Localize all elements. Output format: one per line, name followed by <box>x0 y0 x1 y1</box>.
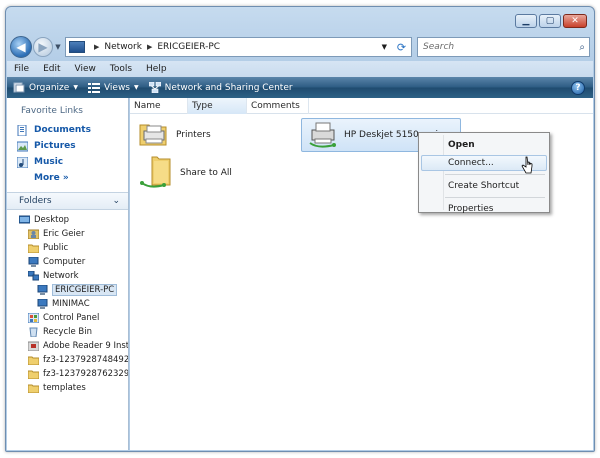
views-icon <box>87 82 100 93</box>
item-printers[interactable]: Printers <box>136 120 211 150</box>
command-bar: Organize ▼ Views ▼ Network and Sharing C… <box>7 77 593 98</box>
printer-folder-icon <box>136 119 170 152</box>
computer-icon <box>28 256 39 267</box>
control-panel-icon <box>27 312 40 324</box>
help-icon[interactable]: ? <box>571 80 585 95</box>
search-placeholder: Search <box>423 42 455 52</box>
tree-item-adobe-reader[interactable]: Adobe Reader 9 Inst <box>7 339 128 353</box>
pictures-icon <box>16 141 29 152</box>
context-create-shortcut[interactable]: Create Shortcut <box>421 178 547 194</box>
favorite-documents-label: Documents <box>34 125 91 135</box>
navigation-pane: Favorite Links Documents Pictures Music … <box>7 98 129 450</box>
item-share-to-all-label: Share to All <box>180 168 232 178</box>
tree-item-network[interactable]: Network <box>7 269 128 283</box>
tree-item-templates[interactable]: templates <box>7 381 128 395</box>
recent-pages-dropdown[interactable]: ▼ <box>53 43 63 51</box>
views-label: Views <box>103 82 130 93</box>
tree-item-recycle-bin[interactable]: Recycle Bin <box>7 325 128 339</box>
address-bar-row: ◀ ▶ ▼ ▶ Network ▶ ERICGEIER-PC ▼ ⟳ Searc… <box>10 34 590 60</box>
chevron-down-icon: ▼ <box>134 84 139 91</box>
search-icon[interactable]: ⌕ <box>579 42 585 53</box>
breadcrumb-network[interactable]: Network <box>104 42 142 52</box>
breadcrumb-computer[interactable]: ERICGEIER-PC <box>157 42 220 52</box>
installer-icon <box>27 341 40 352</box>
network-icon <box>27 270 40 281</box>
double-chevron-icon: » <box>62 173 69 183</box>
refresh-icon[interactable]: ⟳ <box>392 37 412 57</box>
minimize-button[interactable]: ▁ <box>515 14 537 28</box>
folders-header[interactable]: Folders ⌄ <box>7 192 128 210</box>
address-field[interactable]: ▶ Network ▶ ERICGEIER-PC ▼ <box>65 37 393 57</box>
favorite-links-title: Favorite Links <box>21 106 83 116</box>
views-button[interactable]: Views ▼ <box>87 82 139 93</box>
favorite-music[interactable]: Music <box>7 154 128 170</box>
explorer-window: ▁ ▢ ✕ ◀ ▶ ▼ ▶ Network ▶ ERICGEIER-PC ▼ ⟳… <box>5 6 595 452</box>
more-favorites-link[interactable]: More » <box>7 170 128 186</box>
recycle-bin-icon <box>28 327 39 338</box>
breadcrumb-separator-icon[interactable]: ▶ <box>147 43 152 51</box>
menu-help[interactable]: Help <box>146 64 167 74</box>
mouse-pointer-icon <box>521 156 533 177</box>
computer-icon <box>37 298 48 309</box>
forward-button[interactable]: ▶ <box>33 37 53 57</box>
menu-edit[interactable]: Edit <box>43 64 60 74</box>
tree-item-user[interactable]: Eric Geier <box>7 227 128 241</box>
organize-button[interactable]: Organize ▼ <box>13 82 78 93</box>
folder-icon <box>27 355 40 366</box>
column-comments[interactable]: Comments <box>247 97 309 114</box>
computer-icon <box>37 284 48 295</box>
menu-view[interactable]: View <box>75 64 96 74</box>
menu-file[interactable]: File <box>14 64 29 74</box>
maximize-button[interactable]: ▢ <box>539 14 561 28</box>
folder-tree: Desktop Eric Geier Public Computer Netwo… <box>7 210 128 395</box>
organize-icon <box>13 82 25 93</box>
column-headers: Name Type Comments <box>130 97 593 114</box>
address-dropdown-icon[interactable]: ▼ <box>382 43 387 51</box>
network-icon <box>69 41 85 53</box>
network-sharing-icon <box>148 81 161 94</box>
tree-item-fz3-folder-2[interactable]: fz3-12379287623290 <box>7 367 128 381</box>
folders-title: Folders <box>19 196 52 206</box>
tree-item-public[interactable]: Public <box>7 241 128 255</box>
user-folder-icon <box>27 229 40 240</box>
favorite-pictures-label: Pictures <box>34 141 76 151</box>
column-type[interactable]: Type <box>188 97 247 114</box>
context-properties[interactable]: Properties <box>421 201 547 217</box>
breadcrumb-separator-icon[interactable]: ▶ <box>94 43 99 51</box>
caption-buttons: ▁ ▢ ✕ <box>515 14 587 28</box>
search-input[interactable]: Search ⌕ <box>417 37 590 57</box>
music-icon <box>16 156 29 168</box>
favorite-documents[interactable]: Documents <box>7 122 128 138</box>
tree-item-ericgeier-pc[interactable]: ERICGEIER-PC <box>7 283 128 297</box>
column-name[interactable]: Name <box>130 97 188 114</box>
folder-icon <box>27 369 40 380</box>
item-share-to-all[interactable]: Share to All <box>140 156 232 190</box>
tree-item-fz3-folder-1[interactable]: fz3-12379287484920 <box>7 353 128 367</box>
tree-item-desktop[interactable]: Desktop <box>7 213 128 227</box>
documents-icon <box>17 124 28 136</box>
folder-icon <box>27 243 40 254</box>
menu-tools[interactable]: Tools <box>110 64 132 74</box>
organize-label: Organize <box>29 82 70 93</box>
context-separator <box>445 197 545 198</box>
menu-bar: File Edit View Tools Help <box>7 61 593 77</box>
favorite-pictures[interactable]: Pictures <box>7 138 128 154</box>
close-button[interactable]: ✕ <box>563 14 587 28</box>
tree-item-computer[interactable]: Computer <box>7 255 128 269</box>
tree-item-control-panel[interactable]: Control Panel <box>7 311 128 325</box>
network-sharing-label: Network and Sharing Center <box>164 82 293 93</box>
context-open[interactable]: Open <box>421 137 547 153</box>
tree-item-minimac[interactable]: MINIMAC <box>7 297 128 311</box>
favorite-music-label: Music <box>34 157 64 167</box>
chevron-down-icon: ▼ <box>73 84 78 91</box>
desktop-icon <box>18 215 31 225</box>
network-sharing-center-button[interactable]: Network and Sharing Center <box>148 81 293 94</box>
shared-folder-icon <box>140 155 174 192</box>
chevron-down-icon: ⌄ <box>112 196 120 206</box>
printer-icon <box>308 119 338 152</box>
back-button[interactable]: ◀ <box>10 36 32 58</box>
more-label: More <box>34 173 60 183</box>
item-printers-label: Printers <box>176 130 211 140</box>
folder-icon <box>27 383 40 394</box>
